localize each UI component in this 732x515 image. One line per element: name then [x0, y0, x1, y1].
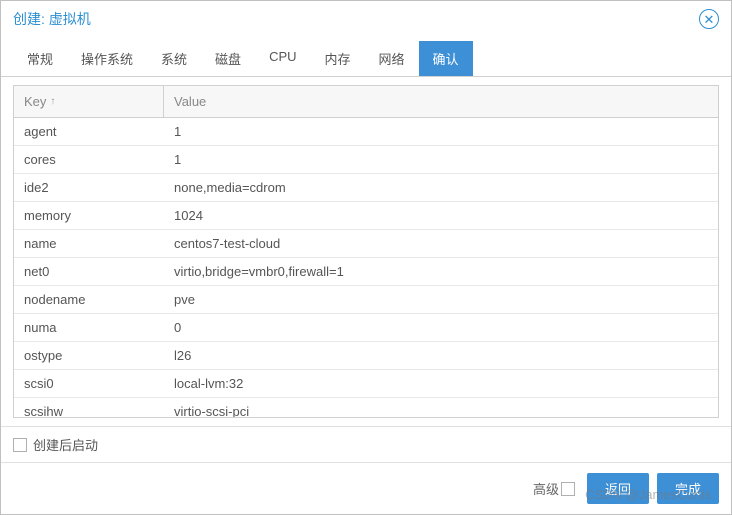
cell-value: 1 [164, 118, 718, 145]
tab-confirm[interactable]: 确认 [419, 41, 473, 76]
column-key-label: Key [24, 94, 46, 109]
cell-key: memory [14, 202, 164, 229]
tab-network[interactable]: 网络 [365, 41, 419, 76]
footer-options: 创建后启动 [1, 426, 731, 462]
table-row[interactable]: ide2none,media=cdrom [14, 174, 718, 202]
column-key-header[interactable]: Key ↑ [14, 86, 164, 117]
table-row[interactable]: ostypel26 [14, 342, 718, 370]
cell-key: scsihw [14, 398, 164, 417]
cell-value: pve [164, 286, 718, 313]
grid-header: Key ↑ Value [14, 86, 718, 118]
cell-value: centos7-test-cloud [164, 230, 718, 257]
advanced-label: 高级 [533, 479, 559, 498]
cell-value: local-lvm:32 [164, 370, 718, 397]
cell-key: ide2 [14, 174, 164, 201]
sort-asc-icon: ↑ [50, 96, 55, 107]
table-row[interactable]: net0virtio,bridge=vmbr0,firewall=1 [14, 258, 718, 286]
table-row[interactable]: nodenamepve [14, 286, 718, 314]
table-row[interactable]: agent1 [14, 118, 718, 146]
table-row[interactable]: scsi0local-lvm:32 [14, 370, 718, 398]
close-icon[interactable]: ✕ [699, 9, 719, 29]
create-vm-dialog: 创建: 虚拟机 ✕ 常规 操作系统 系统 磁盘 CPU 内存 网络 确认 Key… [0, 0, 732, 515]
cell-key: numa [14, 314, 164, 341]
cell-key: net0 [14, 258, 164, 285]
tab-cpu[interactable]: CPU [255, 41, 310, 76]
cell-value: 1024 [164, 202, 718, 229]
content-area: Key ↑ Value agent1cores1ide2none,media=c… [1, 77, 731, 426]
titlebar: 创建: 虚拟机 ✕ [1, 1, 731, 37]
tab-general[interactable]: 常规 [13, 41, 67, 76]
wizard-tabs: 常规 操作系统 系统 磁盘 CPU 内存 网络 确认 [1, 37, 731, 77]
cell-value: virtio,bridge=vmbr0,firewall=1 [164, 258, 718, 285]
grid-body[interactable]: agent1cores1ide2none,media=cdrommemory10… [14, 118, 718, 417]
tab-system[interactable]: 系统 [147, 41, 201, 76]
start-after-create-label: 创建后启动 [33, 435, 98, 454]
cell-value: 1 [164, 146, 718, 173]
cell-value: 0 [164, 314, 718, 341]
finish-button[interactable]: 完成 [657, 473, 719, 504]
cell-key: cores [14, 146, 164, 173]
table-row[interactable]: memory1024 [14, 202, 718, 230]
cell-key: agent [14, 118, 164, 145]
table-row[interactable]: cores1 [14, 146, 718, 174]
table-row[interactable]: scsihwvirtio-scsi-pci [14, 398, 718, 417]
summary-grid: Key ↑ Value agent1cores1ide2none,media=c… [13, 85, 719, 418]
back-button[interactable]: 返回 [587, 473, 649, 504]
cell-value: l26 [164, 342, 718, 369]
dialog-title: 创建: 虚拟机 [13, 9, 91, 29]
cell-key: name [14, 230, 164, 257]
cell-key: scsi0 [14, 370, 164, 397]
tab-memory[interactable]: 内存 [311, 41, 365, 76]
tab-os[interactable]: 操作系统 [67, 41, 147, 76]
advanced-checkbox[interactable] [561, 482, 575, 496]
tab-disks[interactable]: 磁盘 [201, 41, 255, 76]
footer-buttons: 高级 返回 完成 CSDN @JamesCurtis [1, 462, 731, 514]
table-row[interactable]: numa0 [14, 314, 718, 342]
start-after-create-checkbox[interactable] [13, 438, 27, 452]
cell-key: nodename [14, 286, 164, 313]
cell-value: virtio-scsi-pci [164, 398, 718, 417]
table-row[interactable]: namecentos7-test-cloud [14, 230, 718, 258]
cell-key: ostype [14, 342, 164, 369]
cell-value: none,media=cdrom [164, 174, 718, 201]
advanced-toggle[interactable]: 高级 [533, 479, 575, 498]
column-value-header[interactable]: Value [164, 86, 718, 117]
